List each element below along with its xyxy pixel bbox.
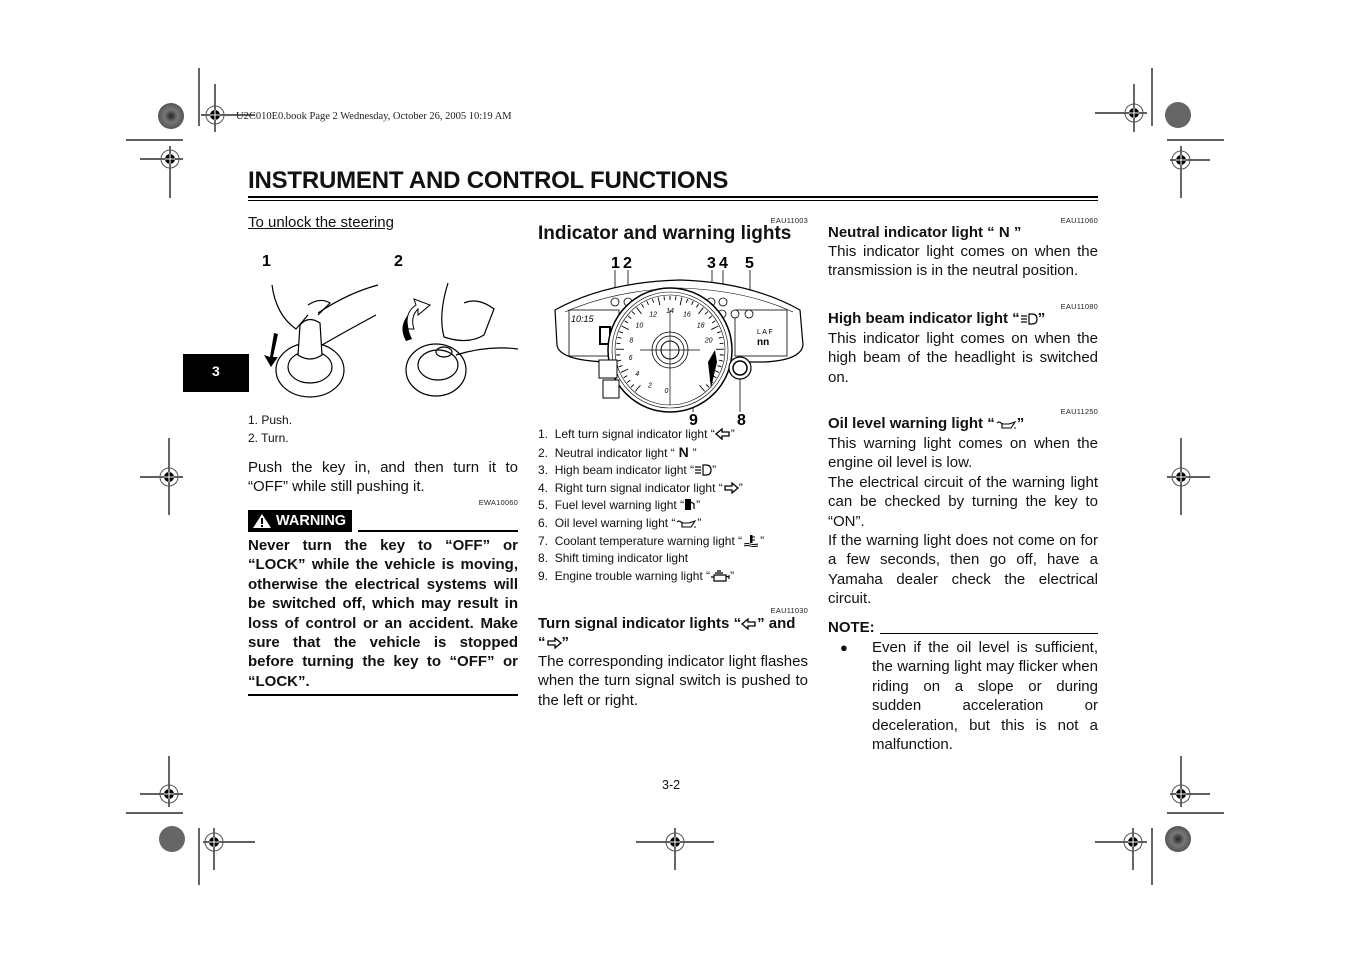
figure-label-1: 1 (262, 253, 271, 270)
turn-signal-body: The corresponding indicator light flashe… (538, 653, 808, 709)
turn-arrow-outline-icon (406, 298, 431, 330)
lamp-fuel (744, 309, 754, 319)
left-arrow-icon (741, 618, 756, 630)
legend-item: 2. Neutral indicator light “ N ” (538, 443, 697, 460)
push-key-figure (271, 284, 379, 398)
tach-label: 2 (647, 383, 652, 390)
chapter-tab: 3 (183, 354, 249, 392)
title-rule (248, 196, 1098, 198)
right-arrow-icon (546, 637, 562, 649)
bullet-icon: ● (840, 640, 848, 655)
tach-label: 20 (704, 338, 713, 345)
oil-can-icon (996, 420, 1017, 429)
neutral-n-icon: N (994, 224, 1014, 241)
neutral-body: This indicator light comes on when the t… (828, 243, 1098, 280)
legend-item: 5. Fuel level warning light “” (538, 498, 701, 513)
neutral-heading: Neutral indicator light “ N ” (828, 224, 1022, 241)
callout-3: 3 (707, 255, 716, 272)
left-column: To unlock the steering (248, 213, 518, 232)
warning-block: WARNING Never turn the key to “OFF” or “… (248, 510, 518, 697)
instrument-cluster-illustration: 1 2 3 4 5 6 7 8 9 10:15 L A F nn (554, 255, 804, 429)
lamp-left-turn (610, 297, 620, 307)
tach-label: 6 (629, 355, 633, 362)
legend-item: 8. Shift timing indicator light (538, 551, 689, 566)
unlock-paragraph: Push the key in, and then turn it to “OF… (248, 459, 518, 496)
tach-tick (719, 342, 724, 345)
tach-label: 14 (666, 308, 674, 315)
page-number: 3-2 (662, 778, 681, 792)
indicator-heading: Indicator and warning lights (538, 223, 792, 244)
svg-text:nn: nn (757, 337, 769, 348)
figure-label-2: 2 (394, 253, 403, 270)
chapter-number: 3 (212, 363, 220, 379)
warning-text: Never turn the key to “OFF” or “LOCK” wh… (248, 537, 518, 690)
warning-end-rule (248, 694, 518, 697)
tach-label: 8 (629, 338, 633, 345)
warning-code: EWA10060 (478, 498, 518, 507)
left-arrow-icon (714, 428, 730, 440)
book-info-line: U2C010E0.book Page 2 Wednesday, October … (236, 111, 512, 122)
high-beam-icon (1020, 313, 1038, 325)
warning-label-box: WARNING (248, 510, 353, 532)
turn-key-figure (405, 282, 518, 397)
lamp-right-turn (718, 297, 728, 307)
legend-item: 1. Left turn signal indicator light “” (538, 427, 735, 441)
callout-4: 4 (719, 255, 728, 272)
tach-tick (616, 342, 621, 345)
tach-label: 0 (665, 388, 669, 395)
tach-label: 12 (649, 312, 657, 319)
turn-signal-heading: Turn signal indicator lights “” and “” (538, 615, 796, 651)
steering-subheading: To unlock the steering (248, 214, 394, 231)
legend-item: 9. Engine trouble warning light “” (538, 568, 735, 583)
svg-text:L A F: L A F (757, 329, 773, 336)
coolant-temp-icon (743, 534, 759, 547)
callout-2: 2 (623, 255, 632, 272)
caption-turn: 2. Turn. (248, 430, 289, 445)
oil-heading: Oil level warning light “” (828, 415, 1025, 432)
lamp-oil (730, 309, 740, 319)
down-arrow-icon (264, 333, 278, 367)
legend-item: 4. Right turn signal indicator light “” (538, 480, 743, 495)
title-rule-thin (248, 200, 1098, 201)
oil-body-3: If the warning light does not come on fo… (828, 532, 1098, 608)
engine-icon (711, 570, 730, 582)
page-title: INSTRUMENT AND CONTROL FUNCTIONS (248, 167, 729, 194)
note-rule (879, 633, 1098, 634)
legend-item: 6. Oil level warning light “” (538, 515, 702, 530)
tach-label: 16 (683, 312, 691, 319)
tach-label: 10 (635, 322, 643, 329)
lcd-clock: 10:15 (571, 314, 595, 324)
caption-push: 1. Push. (248, 413, 293, 427)
warning-triangle-icon (253, 514, 271, 528)
color-target (158, 103, 184, 129)
high-beam-icon (695, 464, 712, 476)
legend-item: 3. High beam indicator light “” (538, 463, 717, 478)
high-beam-body: This indicator light comes on when the h… (828, 330, 1098, 386)
oil-body-1: This warning light comes on when the eng… (828, 435, 1098, 472)
callout-5: 5 (745, 255, 754, 272)
fuel-pump-icon (685, 499, 695, 511)
high-beam-heading: High beam indicator light “” (828, 310, 1046, 327)
warning-label: WARNING (276, 513, 347, 529)
legend-item: 7. Coolant temperature warning light “” (538, 533, 765, 548)
note-bullet-text: Even if the oil level is sufficient, the… (872, 639, 1098, 754)
oil-body-2: The electrical circuit of the warning li… (828, 473, 1098, 530)
callout-1: 1 (611, 255, 620, 272)
note-block: NOTE: ● Even if the oil level is suffici… (828, 618, 1098, 754)
note-label: NOTE: (828, 619, 875, 636)
tach-label: 18 (697, 322, 705, 329)
warning-rule (358, 530, 518, 532)
indicator-legend: 1. Left turn signal indicator light “” 2… (538, 426, 818, 585)
right-arrow-icon (724, 481, 739, 494)
steering-unlock-illustration: 1 2 (262, 253, 518, 398)
neutral-n-icon: N (674, 443, 693, 460)
tach-label: 4 (635, 371, 639, 378)
oil-can-icon (677, 519, 697, 528)
